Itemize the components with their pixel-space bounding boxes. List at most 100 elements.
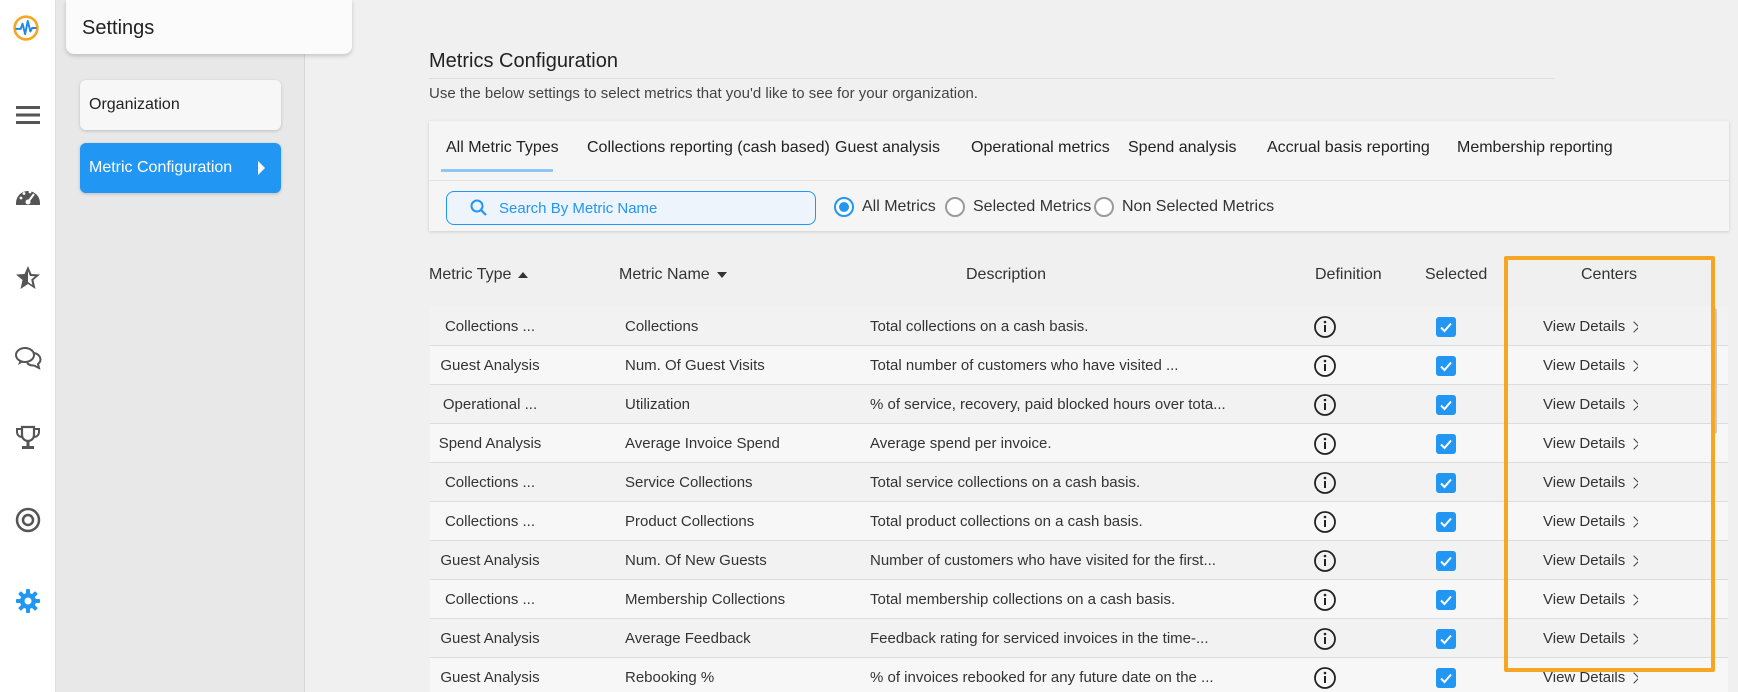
metric-name-cell: Num. Of New Guests bbox=[625, 552, 767, 569]
radio-non-selected-metrics[interactable]: Non Selected Metrics bbox=[1094, 197, 1274, 217]
view-details-link[interactable]: View Details bbox=[1543, 513, 1639, 530]
selected-checkbox[interactable] bbox=[1436, 629, 1456, 649]
selected-checkbox[interactable] bbox=[1436, 668, 1456, 688]
table-row: Operational ... Utilization % of service, … bbox=[430, 385, 1728, 424]
search-input[interactable] bbox=[499, 199, 799, 217]
view-details-link[interactable]: View Details bbox=[1543, 318, 1639, 335]
tab-all-metric-types[interactable]: All Metric Types bbox=[446, 139, 559, 157]
sort-ascending-icon[interactable] bbox=[518, 272, 529, 278]
view-details-link[interactable]: View Details bbox=[1543, 591, 1639, 608]
column-header-metric-type[interactable]: Metric Type bbox=[429, 266, 529, 284]
metric-type-cell: Collections ... bbox=[444, 474, 536, 491]
menu-icon[interactable] bbox=[12, 99, 44, 131]
checkmark-icon bbox=[1440, 361, 1452, 372]
filter-divider bbox=[429, 180, 1729, 181]
info-icon[interactable] bbox=[1313, 627, 1337, 651]
column-header-selected: Selected bbox=[1425, 266, 1488, 283]
view-details-link[interactable]: View Details bbox=[1543, 435, 1639, 452]
table-row: Guest Analysis Num. Of New Guests Number o… bbox=[430, 541, 1728, 580]
target-icon[interactable] bbox=[12, 504, 44, 536]
main-content: Metrics Configuration Use the below sett… bbox=[306, 0, 1738, 692]
radio-label: Non Selected Metrics bbox=[1122, 198, 1275, 215]
table-body: Collections ... Collections Total collecti… bbox=[430, 307, 1728, 692]
info-icon[interactable] bbox=[1313, 510, 1337, 534]
description-cell: Total membership collections on a cash b… bbox=[870, 591, 1176, 608]
table-row: Guest Analysis Rebooking % % of invoices r… bbox=[430, 658, 1728, 692]
selected-checkbox[interactable] bbox=[1436, 473, 1456, 493]
table-row: Guest Analysis Average Feedback Feedback r… bbox=[430, 619, 1728, 658]
description-cell: Total collections on a cash basis. bbox=[870, 318, 1089, 335]
tab-membership-reporting[interactable]: Membership reporting bbox=[1457, 139, 1613, 157]
radio-button[interactable] bbox=[945, 197, 965, 217]
chevron-right-icon bbox=[1628, 320, 1639, 333]
view-details-label: View Details bbox=[1543, 591, 1626, 608]
selected-checkbox[interactable] bbox=[1436, 317, 1456, 337]
trophy-icon[interactable] bbox=[12, 422, 44, 454]
selected-checkbox[interactable] bbox=[1436, 434, 1456, 454]
radio-button-checked[interactable] bbox=[834, 197, 854, 217]
info-icon[interactable] bbox=[1313, 354, 1337, 378]
chat-icon[interactable] bbox=[12, 342, 44, 374]
tab-accrual-basis-reporting[interactable]: Accrual basis reporting bbox=[1267, 139, 1430, 157]
metric-type-cell: Guest Analysis bbox=[440, 669, 540, 686]
radio-selected-metrics[interactable]: Selected Metrics bbox=[945, 197, 1091, 217]
metric-name-cell: Average Feedback bbox=[625, 630, 751, 647]
view-details-link[interactable]: View Details bbox=[1543, 357, 1639, 374]
app-logo-icon[interactable] bbox=[10, 12, 42, 44]
dashboard-icon[interactable] bbox=[12, 181, 44, 213]
chevron-right-icon bbox=[1628, 515, 1639, 528]
view-details-link[interactable]: View Details bbox=[1543, 630, 1639, 647]
table-row: Collections ... Membership Collections Tot… bbox=[430, 580, 1728, 619]
nav-item-metric-configuration[interactable]: Metric Configuration bbox=[80, 143, 281, 193]
checkmark-icon bbox=[1440, 478, 1452, 489]
tab-spend-analysis[interactable]: Spend analysis bbox=[1128, 139, 1237, 157]
table-row: Collections ... Product Collections Total … bbox=[430, 502, 1728, 541]
description-cell: Total service collections on a cash basi… bbox=[870, 474, 1141, 491]
nav-item-label: Organization bbox=[89, 96, 180, 113]
view-details-link[interactable]: View Details bbox=[1543, 396, 1639, 413]
selected-checkbox[interactable] bbox=[1436, 551, 1456, 571]
chevron-right-icon bbox=[1628, 554, 1639, 567]
column-header-description: Description bbox=[966, 266, 1047, 283]
info-icon[interactable] bbox=[1313, 432, 1337, 456]
view-details-label: View Details bbox=[1543, 513, 1626, 530]
view-details-label: View Details bbox=[1543, 435, 1626, 452]
tab-operational-metrics[interactable]: Operational metrics bbox=[971, 139, 1110, 157]
chevron-right-icon bbox=[1628, 632, 1639, 645]
view-details-link[interactable]: View Details bbox=[1543, 552, 1639, 569]
info-icon[interactable] bbox=[1313, 588, 1337, 612]
info-icon[interactable] bbox=[1313, 315, 1337, 339]
settings-gear-icon[interactable] bbox=[12, 585, 44, 617]
metric-name-cell: Membership Collections bbox=[625, 591, 786, 608]
view-details-link[interactable]: View Details bbox=[1543, 474, 1639, 491]
info-icon[interactable] bbox=[1313, 549, 1337, 573]
metric-name-cell: Service Collections bbox=[625, 474, 753, 491]
info-icon[interactable] bbox=[1313, 393, 1337, 417]
radio-all-metrics[interactable]: All Metrics bbox=[834, 197, 936, 217]
radio-button[interactable] bbox=[1094, 197, 1114, 217]
selected-checkbox[interactable] bbox=[1436, 512, 1456, 532]
tab-collections-reporting[interactable]: Collections reporting (cash based) bbox=[587, 139, 830, 157]
table-row: Spend Analysis Average Invoice Spend Avera… bbox=[430, 424, 1728, 463]
search-box[interactable] bbox=[446, 191, 816, 225]
selected-checkbox[interactable] bbox=[1436, 395, 1456, 415]
column-header-metric-name[interactable]: Metric Name bbox=[619, 266, 727, 284]
checkmark-icon bbox=[1440, 400, 1452, 411]
checkmark-icon bbox=[1440, 673, 1452, 684]
checkmark-icon bbox=[1440, 517, 1452, 528]
sort-descending-icon[interactable] bbox=[716, 272, 727, 278]
scrollbar[interactable] bbox=[1712, 308, 1717, 434]
tab-guest-analysis[interactable]: Guest analysis bbox=[835, 139, 940, 157]
view-details-label: View Details bbox=[1543, 474, 1626, 491]
view-details-link[interactable]: View Details bbox=[1543, 669, 1639, 686]
metric-name-cell: Collections bbox=[625, 318, 699, 335]
info-icon[interactable] bbox=[1313, 666, 1337, 690]
selected-checkbox[interactable] bbox=[1436, 356, 1456, 376]
description-cell: Total number of customers who have visit… bbox=[870, 357, 1179, 374]
table-row: Guest Analysis Num. Of Guest Visits Total … bbox=[430, 346, 1728, 385]
nav-item-organization[interactable]: Organization bbox=[80, 80, 281, 130]
info-icon[interactable] bbox=[1313, 471, 1337, 495]
star-icon[interactable] bbox=[12, 262, 44, 294]
selected-checkbox[interactable] bbox=[1436, 590, 1456, 610]
metric-name-cell: Product Collections bbox=[625, 513, 755, 530]
